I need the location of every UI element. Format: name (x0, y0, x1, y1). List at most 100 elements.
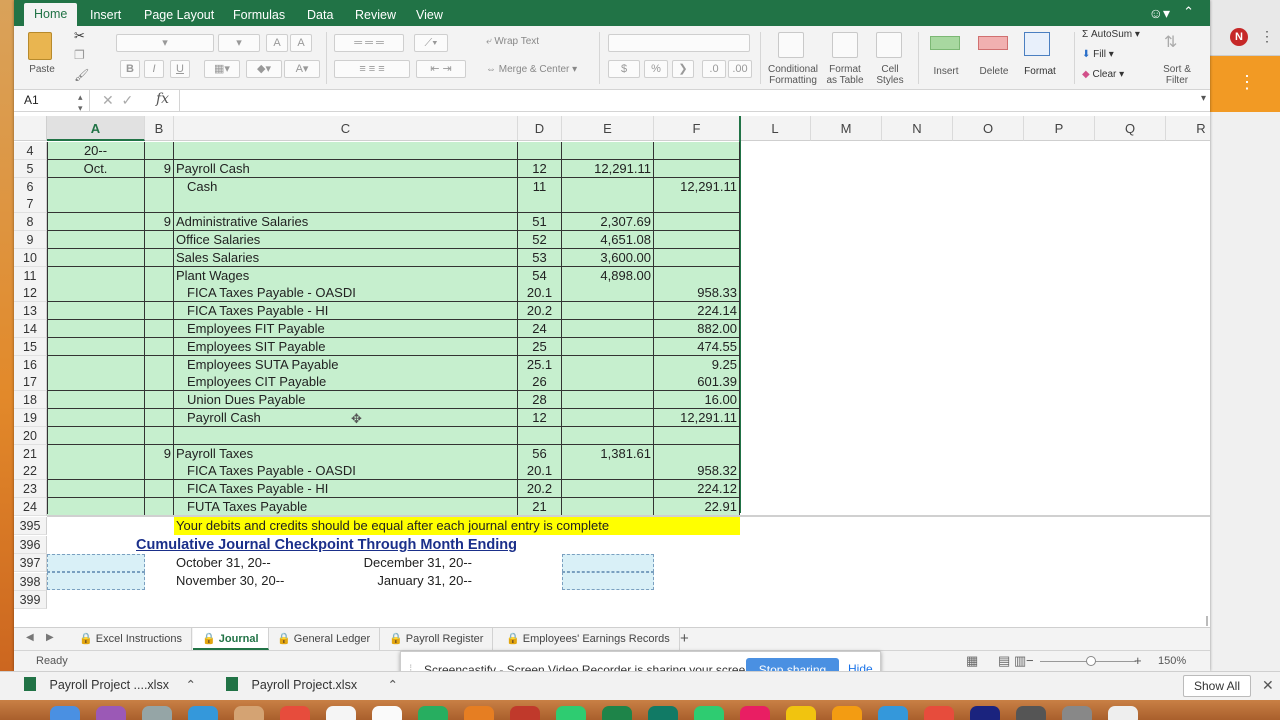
cell-e6[interactable] (562, 178, 654, 196)
cell-d10[interactable]: 53 (518, 249, 562, 267)
cell-e21[interactable]: 1,381.61 (562, 445, 654, 463)
chevron-up-icon[interactable]: ⌃ (388, 673, 398, 697)
empty-row-area[interactable] (741, 338, 1210, 356)
row-header[interactable]: 22 (14, 462, 47, 480)
row-header[interactable]: 12 (14, 284, 47, 302)
column-header-o[interactable]: O (953, 116, 1024, 141)
row-header[interactable]: 16 (14, 356, 47, 374)
row-header[interactable]: 397 (14, 554, 47, 572)
empty-row-area[interactable] (741, 178, 1210, 196)
kebab-menu-icon[interactable]: ⋮ (1238, 72, 1256, 93)
cell-b16[interactable] (145, 356, 174, 374)
cell-c16[interactable]: Employees SUTA Payable (174, 356, 518, 374)
wrap-text-button[interactable]: ⤶ Wrap Text (486, 36, 539, 47)
empty-row-area[interactable] (741, 284, 1210, 302)
cell-f10[interactable] (654, 249, 740, 267)
cell-f22[interactable]: 958.32 (654, 462, 740, 480)
vertical-scrollbar[interactable] (1206, 616, 1208, 626)
cell-a10[interactable] (47, 249, 145, 267)
cell-e22[interactable] (562, 462, 654, 480)
cell-a13[interactable] (47, 302, 145, 320)
column-header-c[interactable]: C (174, 116, 518, 141)
sheet-tab-general-ledger[interactable]: 🔒 General Ledger (268, 628, 381, 650)
paste-icon[interactable] (28, 32, 52, 60)
cell-a12[interactable] (47, 284, 145, 302)
show-all-button[interactable]: Show All (1183, 675, 1251, 697)
cell-d4[interactable] (518, 142, 562, 160)
cell-f18[interactable]: 16.00 (654, 391, 740, 409)
currency-button[interactable]: $ (608, 60, 640, 78)
add-sheet-button[interactable]: + (680, 630, 689, 647)
tab-formulas[interactable]: Formulas (223, 4, 295, 26)
cell-b11[interactable] (145, 267, 174, 285)
cell-c13[interactable]: FICA Taxes Payable - HI (174, 302, 518, 320)
column-header-n[interactable]: N (882, 116, 953, 141)
dock-app-icon[interactable] (970, 706, 1000, 720)
empty-row-area[interactable] (741, 302, 1210, 320)
row-header[interactable]: 398 (14, 573, 47, 591)
tab-insert[interactable]: Insert (80, 4, 131, 26)
row-header[interactable]: 8 (14, 213, 47, 231)
cell-b22[interactable] (145, 462, 174, 480)
page-break-view-icon[interactable]: ▥ (1014, 653, 1026, 669)
cell-c4[interactable] (174, 142, 518, 160)
cell-a8[interactable] (47, 213, 145, 231)
cell-a21[interactable] (47, 445, 145, 463)
dock-app-icon[interactable] (372, 706, 402, 720)
cell-e18[interactable] (562, 391, 654, 409)
dock-app-icon[interactable] (96, 706, 126, 720)
clear-button[interactable]: ◆ Clear ▾ (1082, 69, 1124, 80)
cell-c24[interactable]: FUTA Taxes Payable (174, 498, 518, 516)
cell-b6[interactable] (145, 178, 174, 196)
orientation-icon[interactable]: ⟋▾ (414, 34, 448, 52)
dock-app-icon[interactable] (786, 706, 816, 720)
row-header[interactable]: 4 (14, 142, 47, 160)
checkpoint-input-a398[interactable] (47, 572, 145, 590)
cell-d19[interactable]: 12 (518, 409, 562, 427)
cell-styles-button[interactable]: Cell Styles (870, 64, 910, 86)
row-header[interactable]: 14 (14, 320, 47, 338)
close-download-bar-icon[interactable]: ✕ (1262, 677, 1274, 694)
cell-a19[interactable] (47, 409, 145, 427)
checkpoint-input-e398[interactable] (562, 572, 654, 590)
dock-app-icon[interactable] (694, 706, 724, 720)
cell-b17[interactable] (145, 373, 174, 391)
sheet-tab-journal[interactable]: 🔒 Journal (193, 628, 269, 650)
cell-d5[interactable]: 12 (518, 160, 562, 178)
row-header[interactable]: 6 (14, 178, 47, 196)
tab-page-layout[interactable]: Page Layout (134, 4, 224, 26)
dock-app-icon[interactable] (740, 706, 770, 720)
cell-b7[interactable] (145, 195, 174, 213)
cell-c17[interactable]: Employees CIT Payable (174, 373, 518, 391)
checkpoint-input-e397[interactable] (562, 554, 654, 572)
cell-f13[interactable]: 224.14 (654, 302, 740, 320)
cell-e24[interactable] (562, 498, 654, 516)
cell-c6[interactable]: Cash (174, 178, 518, 196)
cancel-x-icon[interactable]: ✕ ✓ (102, 92, 133, 109)
dock-app-icon[interactable] (878, 706, 908, 720)
dock-app-icon[interactable] (326, 706, 356, 720)
cell-d21[interactable]: 56 (518, 445, 562, 463)
empty-row-area[interactable] (741, 391, 1210, 409)
cell-a24[interactable] (47, 498, 145, 516)
cell-c5[interactable]: Payroll Cash (174, 160, 518, 178)
cell-f20[interactable] (654, 427, 740, 445)
column-header-d[interactable]: D (518, 116, 562, 141)
sort-filter-icon[interactable]: ⇅ (1164, 32, 1177, 52)
cell-e7[interactable] (562, 195, 654, 213)
empty-row-area[interactable] (741, 498, 1210, 516)
cell-f6[interactable]: 12,291.11 (654, 178, 740, 196)
cell-c22[interactable]: FICA Taxes Payable - OASDI (174, 462, 518, 480)
feedback-smiley-icon[interactable]: ☺▾ (1149, 5, 1170, 22)
cell-a14[interactable] (47, 320, 145, 338)
row-header[interactable]: 7 (14, 195, 47, 213)
decrease-decimal-icon[interactable]: .00 (728, 60, 752, 78)
sheet-tab-employees-earnings-records[interactable]: 🔒 Employees' Earnings Records (497, 628, 680, 650)
sheet-tab-excel-instructions[interactable]: 🔒 Excel Instructions (70, 628, 192, 650)
tab-home[interactable]: Home (24, 3, 78, 26)
empty-row-area[interactable] (741, 462, 1210, 480)
empty-row-area[interactable] (741, 231, 1210, 249)
cell-a4[interactable]: 20-- (47, 142, 145, 160)
date-december[interactable]: December 31, 20-- (344, 554, 494, 572)
column-header-f[interactable]: F (654, 116, 740, 141)
